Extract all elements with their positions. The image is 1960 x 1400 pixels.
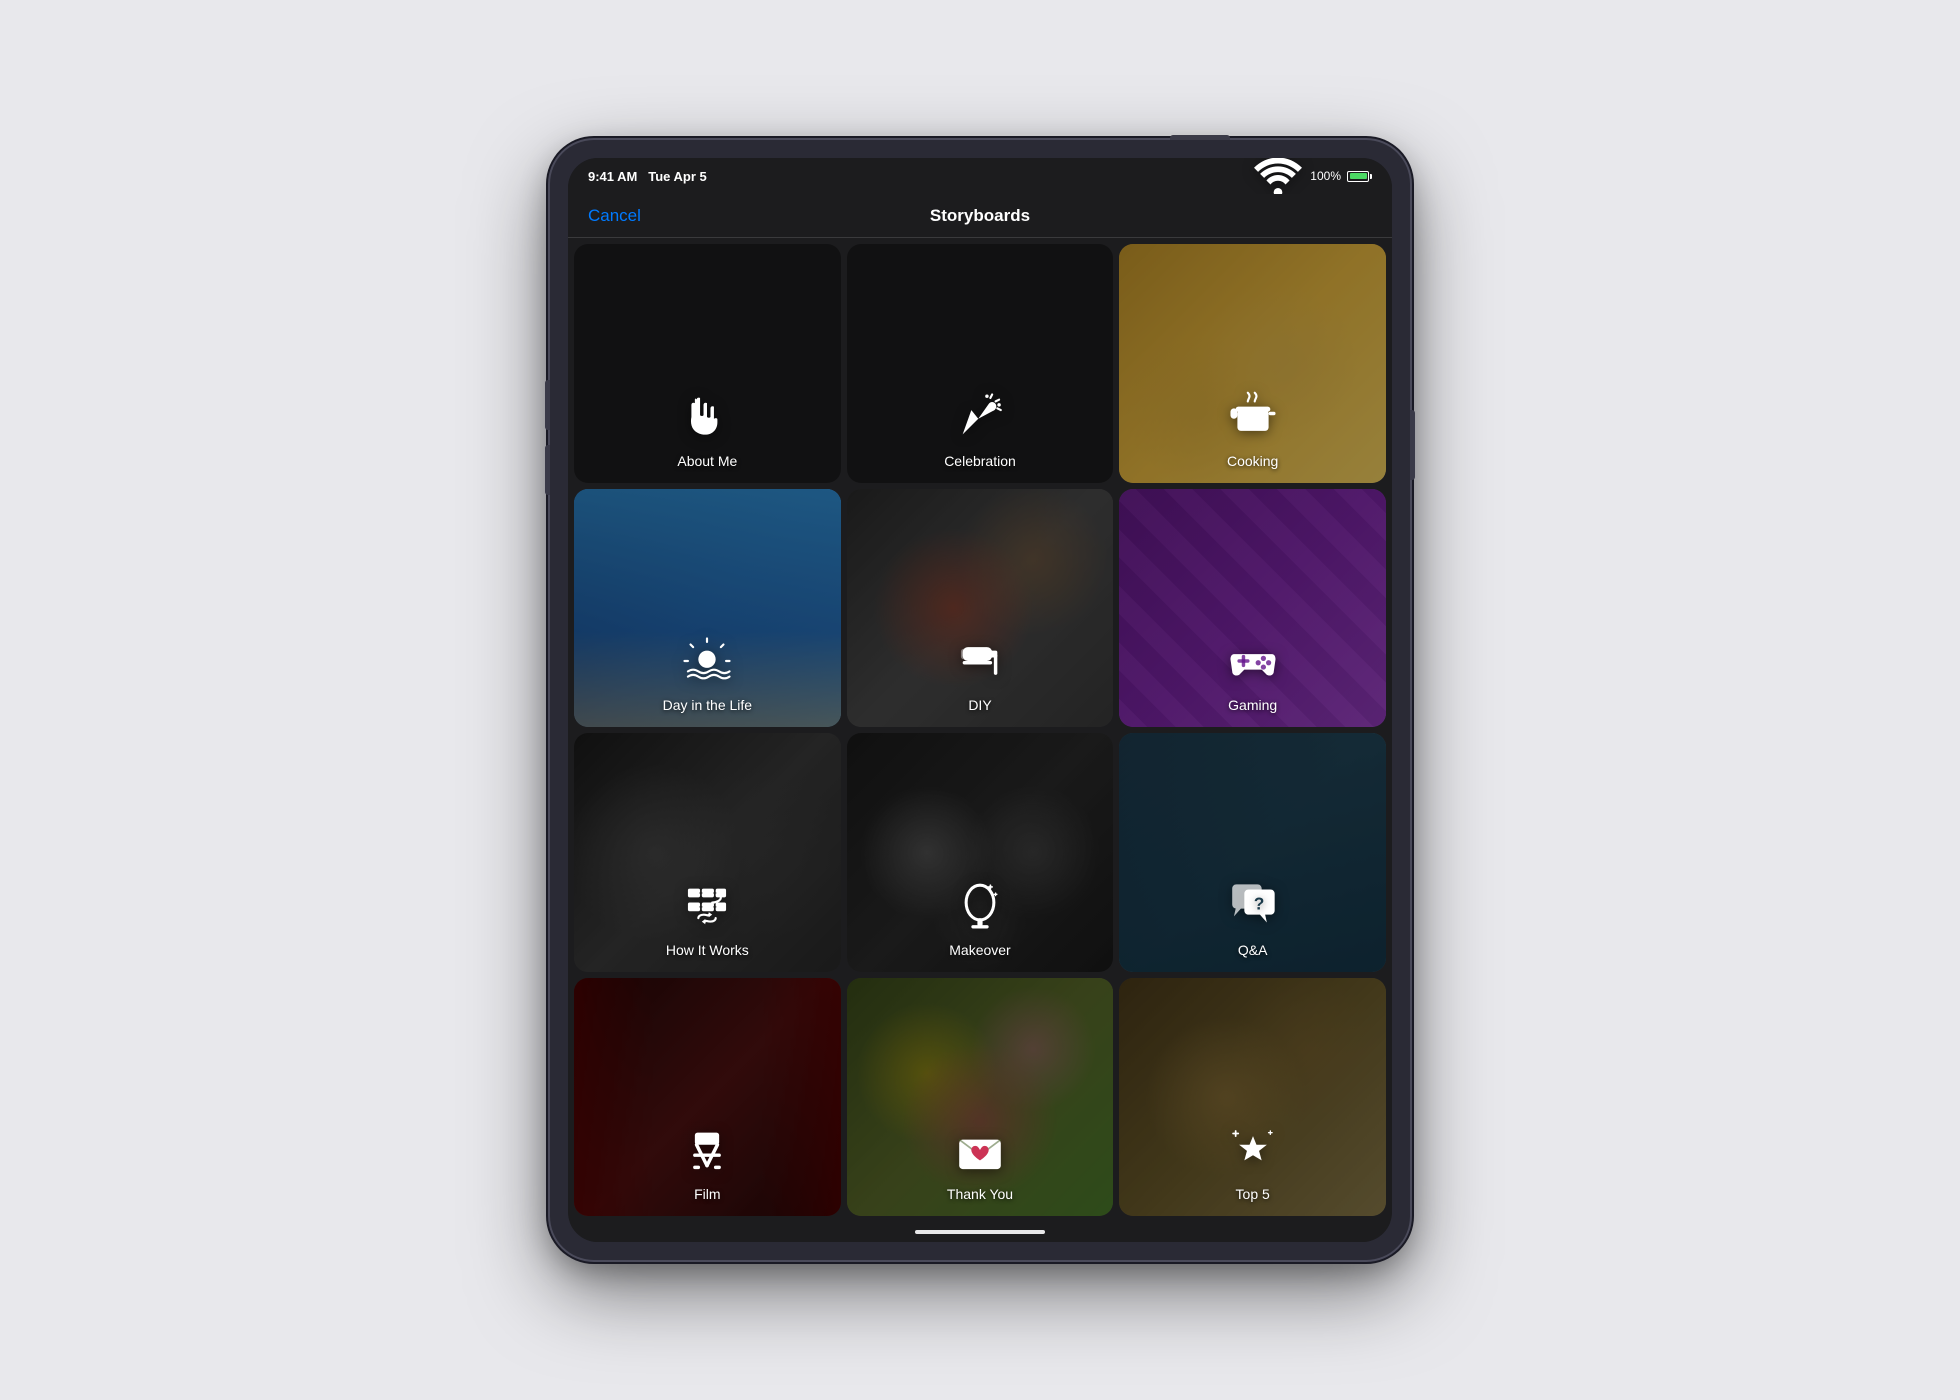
about-me-label: About Me <box>677 453 737 469</box>
day-in-life-label: Day in the Life <box>663 697 753 713</box>
gamepad-icon <box>1223 631 1283 691</box>
envelope-heart-icon <box>950 1120 1010 1180</box>
screen: 9:41 AM Tue Apr 5 100% <box>568 158 1392 1242</box>
grid-item-thank-you[interactable]: Thank You <box>847 978 1114 1217</box>
workflow-icon <box>677 876 737 936</box>
grid-item-about-me[interactable]: About Me <box>574 244 841 483</box>
diy-overlay <box>847 489 1114 728</box>
sunrise-icon <box>677 631 737 691</box>
wave-icon <box>677 387 737 447</box>
ipad-device: 9:41 AM Tue Apr 5 100% <box>550 140 1410 1260</box>
thank-you-label: Thank You <box>947 1186 1013 1202</box>
grid-item-celebration[interactable]: Celebration <box>847 244 1114 483</box>
day-in-life-overlay <box>574 489 841 728</box>
svg-text:?: ? <box>1253 893 1264 913</box>
battery-tip <box>1370 174 1372 179</box>
qa-label: Q&A <box>1238 942 1268 958</box>
grid-item-film[interactable]: Film <box>574 978 841 1217</box>
volume-up-button[interactable] <box>545 380 550 430</box>
thank-you-overlay <box>847 978 1114 1217</box>
celebration-label: Celebration <box>944 453 1016 469</box>
qa-icon: ? <box>1223 876 1283 936</box>
battery-fill <box>1350 173 1367 179</box>
grid-item-day-in-life[interactable]: Day in the Life <box>574 489 841 728</box>
film-icon <box>677 1120 737 1180</box>
film-overlay <box>574 978 841 1217</box>
grid-item-top5[interactable]: Top 5 <box>1119 978 1386 1217</box>
grid-item-gaming[interactable]: Gaming <box>1119 489 1386 728</box>
battery-icon <box>1347 171 1372 182</box>
nav-bar: Cancel Storyboards <box>568 194 1392 238</box>
cooking-overlay <box>1119 244 1386 483</box>
scroll-bar <box>915 1230 1045 1234</box>
top5-label: Top 5 <box>1236 1186 1270 1202</box>
grid-item-diy[interactable]: DIY <box>847 489 1114 728</box>
status-bar: 9:41 AM Tue Apr 5 100% <box>568 158 1392 194</box>
film-label: Film <box>694 1186 720 1202</box>
battery-percent: 100% <box>1310 169 1341 183</box>
grid-item-how-it-works[interactable]: How It Works <box>574 733 841 972</box>
party-icon <box>950 387 1010 447</box>
pot-icon <box>1223 387 1283 447</box>
volume-down-button[interactable] <box>545 445 550 495</box>
how-it-works-label: How It Works <box>666 942 749 958</box>
grid-item-makeover[interactable]: Makeover <box>847 733 1114 972</box>
gaming-label: Gaming <box>1228 697 1277 713</box>
qa-overlay <box>1119 733 1386 972</box>
paint-roller-icon <box>950 631 1010 691</box>
device-shell: 9:41 AM Tue Apr 5 100% <box>550 140 1410 1260</box>
makeover-label: Makeover <box>949 942 1010 958</box>
makeover-overlay <box>847 733 1114 972</box>
page-title: Storyboards <box>930 206 1030 226</box>
status-time: 9:41 AM Tue Apr 5 <box>588 169 707 184</box>
time-display: 9:41 AM <box>588 169 637 184</box>
mirror-icon <box>950 876 1010 936</box>
scroll-indicator <box>568 1222 1392 1242</box>
grid-item-qa[interactable]: ? Q&A <box>1119 733 1386 972</box>
star-icon <box>1223 1120 1283 1180</box>
date-display: Tue Apr 5 <box>648 169 707 184</box>
grid-item-cooking[interactable]: Cooking <box>1119 244 1386 483</box>
battery-body <box>1347 171 1369 182</box>
storyboard-grid: About Me <box>568 238 1392 1222</box>
how-it-works-overlay <box>574 733 841 972</box>
top-button[interactable] <box>1170 135 1230 140</box>
cancel-button[interactable]: Cancel <box>588 206 641 226</box>
top5-overlay <box>1119 978 1386 1217</box>
power-button[interactable] <box>1410 410 1415 480</box>
cooking-label: Cooking <box>1227 453 1278 469</box>
celebration-overlay <box>847 244 1114 483</box>
diy-label: DIY <box>968 697 991 713</box>
gaming-overlay <box>1119 489 1386 728</box>
about-me-overlay <box>574 244 841 483</box>
